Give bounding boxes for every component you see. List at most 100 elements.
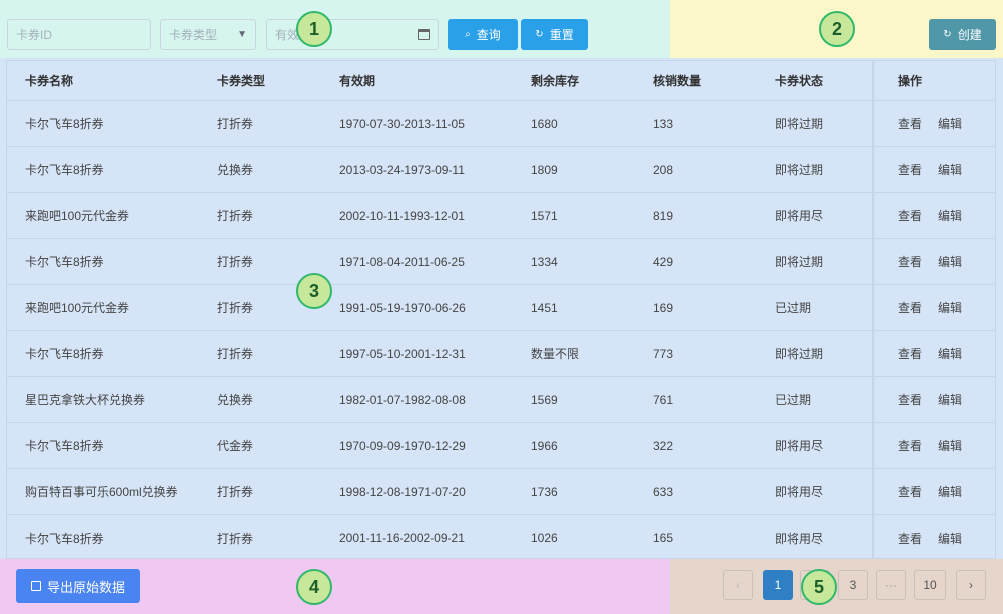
view-link[interactable]: 查看 xyxy=(898,207,922,224)
card-id-field[interactable] xyxy=(7,19,151,50)
ellipsis-page[interactable]: ··· xyxy=(876,570,906,600)
region-marker: 1 xyxy=(296,11,332,47)
create-button[interactable]: ↻ 创建 xyxy=(929,19,996,50)
card-id-input[interactable] xyxy=(16,27,142,42)
actions-cell: 查看 编辑 xyxy=(872,239,997,284)
edit-link[interactable]: 编辑 xyxy=(938,345,962,362)
column-header: 有效期 xyxy=(339,74,376,88)
reset-button-label: 重置 xyxy=(549,28,574,42)
view-link[interactable]: 查看 xyxy=(898,530,922,547)
actions-cell: 查看 编辑 xyxy=(872,101,997,146)
stock-cell: 1451 xyxy=(531,300,558,315)
coupon-type-cell: 打折券 xyxy=(217,347,254,361)
status-cell: 即将过期 xyxy=(775,117,824,131)
stock-cell: 数量不限 xyxy=(531,347,580,361)
column-header: 核销数量 xyxy=(653,74,702,88)
view-link[interactable]: 查看 xyxy=(898,115,922,132)
create-button-label: 创建 xyxy=(957,28,982,42)
view-link[interactable]: 查看 xyxy=(898,483,922,500)
validity-cell: 2002-10-11-1993-12-01 xyxy=(339,208,465,223)
edit-link[interactable]: 编辑 xyxy=(938,299,962,316)
export-button[interactable]: 导出原始数据 xyxy=(16,569,140,603)
coupon-name-cell: 星巴克拿铁大杯兑换券 xyxy=(25,393,146,407)
status-cell: 即将过期 xyxy=(775,163,824,177)
coupon-table-region: 卡券名称 卡券类型 有效期 剩余库存 核销数量 卡券状态 操作 卡尔飞车8折券打… xyxy=(0,58,1003,561)
status-cell: 即将用尽 xyxy=(775,485,824,499)
view-link[interactable]: 查看 xyxy=(898,345,922,362)
refresh-icon: ↻ xyxy=(943,28,952,40)
next-page-button[interactable]: › xyxy=(956,570,986,600)
actions-cell: 查看 编辑 xyxy=(872,423,997,468)
table-body: 卡尔飞车8折券 打折券 1970-07-30-2013-11-05 1680 133 即将… xyxy=(7,101,995,561)
view-link[interactable]: 查看 xyxy=(898,391,922,408)
status-cell: 即将过期 xyxy=(775,255,824,269)
page-button[interactable]: 3 xyxy=(838,570,868,600)
actions-cell: 查看 编辑 xyxy=(872,469,997,514)
search-button[interactable]: ⌕ 查询 xyxy=(448,19,518,50)
region-marker: 4 xyxy=(296,569,332,605)
validity-cell: 1998-12-08-1971-07-20 xyxy=(339,484,466,499)
redeemed-cell: 819 xyxy=(653,208,674,223)
view-link[interactable]: 查看 xyxy=(898,253,922,270)
stock-cell: 1966 xyxy=(531,438,558,453)
coupon-type-cell: 打折券 xyxy=(217,117,254,131)
redeemed-cell: 322 xyxy=(653,438,674,453)
edit-link[interactable]: 编辑 xyxy=(938,161,962,178)
stock-cell: 1334 xyxy=(531,254,558,269)
table-row: 卡尔飞车8折券 打折券 1971-08-04-2011-06-25 1334 429 即将… xyxy=(7,239,995,285)
redeemed-cell: 761 xyxy=(653,392,674,407)
validity-cell: 2013-03-24-1973-09-11 xyxy=(339,162,465,177)
export-icon xyxy=(30,581,41,591)
filter-bar: 卡券类型 ▼ 有效期 ⌕ 查询 ↻ 重置 xyxy=(0,0,670,58)
column-header: 操作 xyxy=(872,61,997,100)
table-header: 卡券名称 卡券类型 有效期 剩余库存 核销数量 卡券状态 操作 xyxy=(7,61,995,101)
table-row: 来跑吧100元代金券 打折券 1991-05-19-1970-06-26 1451 16… xyxy=(7,285,995,331)
edit-link[interactable]: 编辑 xyxy=(938,253,962,270)
view-link[interactable]: 查看 xyxy=(898,437,922,454)
coupon-name-cell: 卡尔飞车8折券 xyxy=(25,347,104,361)
coupon-name-cell: 卡尔飞车8折券 xyxy=(25,531,104,546)
coupon-name-cell: 卡尔飞车8折券 xyxy=(25,255,104,269)
page-button[interactable]: 10 xyxy=(914,570,946,600)
status-cell: 即将过期 xyxy=(775,347,824,361)
view-link[interactable]: 查看 xyxy=(898,299,922,316)
view-link[interactable]: 查看 xyxy=(898,161,922,178)
coupon-type-cell: 打折券 xyxy=(217,209,254,223)
edit-link[interactable]: 编辑 xyxy=(938,115,962,132)
stock-cell: 1571 xyxy=(531,208,558,223)
region-marker: 2 xyxy=(819,11,855,47)
coupon-type-cell: 兑换券 xyxy=(217,393,254,407)
coupon-name-cell: 来跑吧100元代金券 xyxy=(25,209,130,223)
coupon-type-cell: 打折券 xyxy=(217,531,254,546)
edit-link[interactable]: 编辑 xyxy=(938,530,962,547)
table-row: 卡尔飞车8折券 打折券 2001-11-16-2002-09-21 1026 165 即将… xyxy=(7,515,995,561)
status-cell: 即将用尽 xyxy=(775,209,824,223)
stock-cell: 1026 xyxy=(531,531,558,545)
validity-cell: 2001-11-16-2002-09-21 xyxy=(339,531,465,545)
reset-button[interactable]: ↻ 重置 xyxy=(521,19,588,50)
stock-cell: 1680 xyxy=(531,116,558,131)
actions-cell: 查看 编辑 xyxy=(872,377,997,422)
redeemed-cell: 133 xyxy=(653,116,674,131)
table-row: 卡尔飞车8折券 打折券 1997-05-10-2001-12-31 数量不限 773 即将… xyxy=(7,331,995,377)
card-type-select[interactable]: 卡券类型 ▼ xyxy=(160,19,256,50)
edit-link[interactable]: 编辑 xyxy=(938,207,962,224)
coupon-type-cell: 代金券 xyxy=(217,439,254,453)
prev-page-button[interactable]: ‹ xyxy=(723,570,753,600)
actions-cell: 查看 编辑 xyxy=(872,147,997,192)
coupon-type-cell: 打折券 xyxy=(217,485,254,499)
validity-date-field[interactable]: 有效期 xyxy=(266,19,439,50)
page-button[interactable]: 1 xyxy=(763,570,793,600)
column-header: 卡券类型 xyxy=(217,74,266,88)
validity-cell: 1970-09-09-1970-12-29 xyxy=(339,438,466,453)
edit-link[interactable]: 编辑 xyxy=(938,437,962,454)
edit-link[interactable]: 编辑 xyxy=(938,483,962,500)
edit-link[interactable]: 编辑 xyxy=(938,391,962,408)
stock-cell: 1736 xyxy=(531,484,558,499)
coupon-name-cell: 购百特百事可乐600ml兑换券 xyxy=(25,485,178,499)
refresh-icon: ↻ xyxy=(535,28,544,40)
stock-cell: 1809 xyxy=(531,162,558,177)
validity-cell: 1982-01-07-1982-08-08 xyxy=(339,392,466,407)
coupon-name-cell: 来跑吧100元代金券 xyxy=(25,301,130,315)
validity-cell: 1997-05-10-2001-12-31 xyxy=(339,346,466,361)
